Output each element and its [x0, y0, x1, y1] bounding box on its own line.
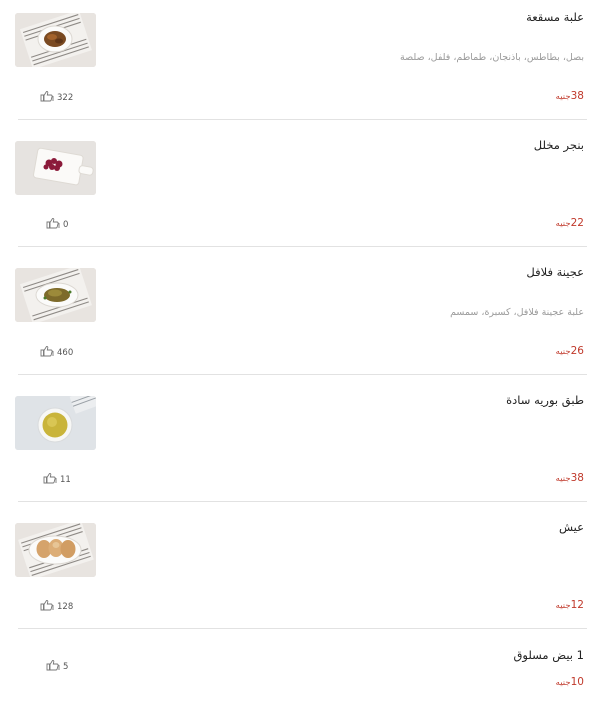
likes-button[interactable]: 322 [40, 90, 73, 105]
item-description: بصل، بطاطس، باذنجان، طماطم، فلفل، صلصة [400, 52, 584, 63]
price-value: 38 [570, 472, 584, 484]
likes-count: 11 [60, 474, 71, 485]
likes-button[interactable]: 5 [46, 659, 68, 674]
price-value: 38 [570, 90, 584, 102]
item-image[interactable] [15, 396, 96, 450]
currency-label: جنيه [555, 678, 571, 688]
item-description: علبة عجينة فلافل، كسبرة، سمسم [450, 307, 584, 318]
divider [18, 119, 587, 120]
likes-count: 460 [57, 347, 74, 358]
likes-count: 128 [57, 601, 74, 612]
item-image[interactable] [15, 268, 96, 322]
divider [18, 628, 587, 629]
currency-label: جنيه [555, 474, 571, 484]
currency-label: جنيه [555, 601, 571, 611]
divider [18, 501, 587, 502]
likes-count: 5 [63, 661, 69, 672]
divider [18, 246, 587, 247]
menu-list: علبة مسقعة بصل، بطاطس، باذنجان، طماطم، ف… [0, 0, 601, 704]
item-price: 22جنيه [556, 217, 584, 229]
item-image[interactable] [15, 141, 96, 195]
likes-button[interactable]: 460 [40, 345, 73, 360]
thumbs-up-icon [46, 217, 61, 232]
thumbs-up-icon [40, 90, 55, 105]
currency-label: جنيه [555, 92, 571, 102]
item-title: علبة مسقعة [526, 10, 584, 24]
currency-label: جنيه [555, 347, 571, 357]
price-value: 10 [570, 676, 584, 688]
item-title: بنجر مخلل [533, 138, 584, 152]
item-price: 10جنيه [556, 676, 584, 688]
item-title: عيش [559, 520, 584, 534]
thumbs-up-icon [40, 599, 55, 614]
item-price: 38جنيه [556, 90, 584, 102]
item-price: 38جنيه [556, 472, 584, 484]
item-price: 12جنيه [556, 599, 584, 611]
item-title: طبق بوريه سادة [506, 393, 584, 407]
item-title: عجينة فلافل [526, 265, 584, 279]
item-title: 1 بيض مسلوق [513, 648, 585, 662]
item-image[interactable] [15, 13, 96, 67]
likes-button[interactable]: 128 [40, 599, 73, 614]
thumbs-up-icon [46, 659, 61, 674]
likes-count: 0 [63, 219, 69, 230]
item-price: 26جنيه [556, 345, 584, 357]
item-image[interactable] [15, 523, 96, 577]
price-value: 22 [570, 217, 584, 229]
thumbs-up-icon [40, 345, 55, 360]
likes-button[interactable]: 0 [46, 217, 68, 232]
currency-label: جنيه [555, 219, 571, 229]
likes-count: 322 [57, 92, 74, 103]
divider [18, 374, 587, 375]
likes-button[interactable]: 11 [43, 472, 71, 487]
price-value: 26 [570, 345, 584, 357]
thumbs-up-icon [43, 472, 58, 487]
price-value: 12 [570, 599, 584, 611]
